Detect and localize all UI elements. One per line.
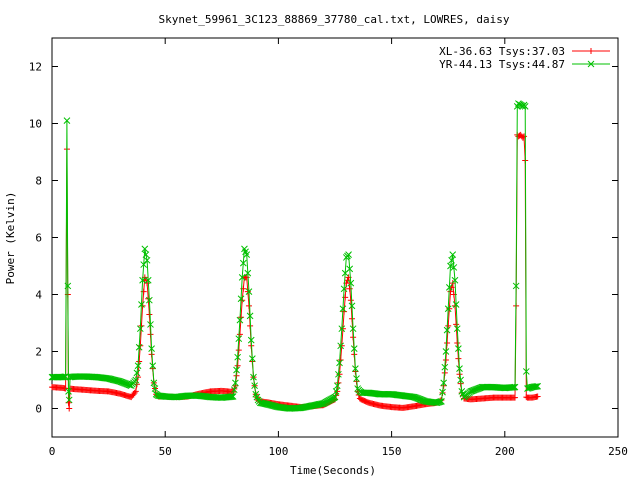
x-tick-label: 50 bbox=[159, 445, 172, 458]
y-tick-label: 10 bbox=[29, 118, 42, 131]
x-tick-label: 150 bbox=[382, 445, 402, 458]
y-tick-label: 8 bbox=[35, 175, 42, 188]
chart: Skynet_59961_3C123_88869_37780_cal.txt, … bbox=[0, 0, 640, 480]
chart-title: Skynet_59961_3C123_88869_37780_cal.txt, … bbox=[159, 13, 510, 26]
legend-label: XL-36.63 Tsys:37.03 bbox=[439, 45, 565, 58]
x-tick-label: 250 bbox=[608, 445, 628, 458]
y-tick-label: 0 bbox=[35, 403, 42, 416]
y-tick-label: 4 bbox=[35, 289, 42, 302]
x-axis-label: Time(Seconds) bbox=[290, 464, 376, 477]
y-tick-label: 12 bbox=[29, 61, 42, 74]
legend-label: YR-44.13 Tsys:44.87 bbox=[439, 58, 565, 71]
x-tick-label: 100 bbox=[268, 445, 288, 458]
y-axis-label: Power (Kelvin) bbox=[4, 192, 17, 285]
x-tick-label: 200 bbox=[495, 445, 515, 458]
y-tick-label: 6 bbox=[35, 232, 42, 245]
y-tick-label: 2 bbox=[35, 346, 42, 359]
x-tick-label: 0 bbox=[49, 445, 56, 458]
